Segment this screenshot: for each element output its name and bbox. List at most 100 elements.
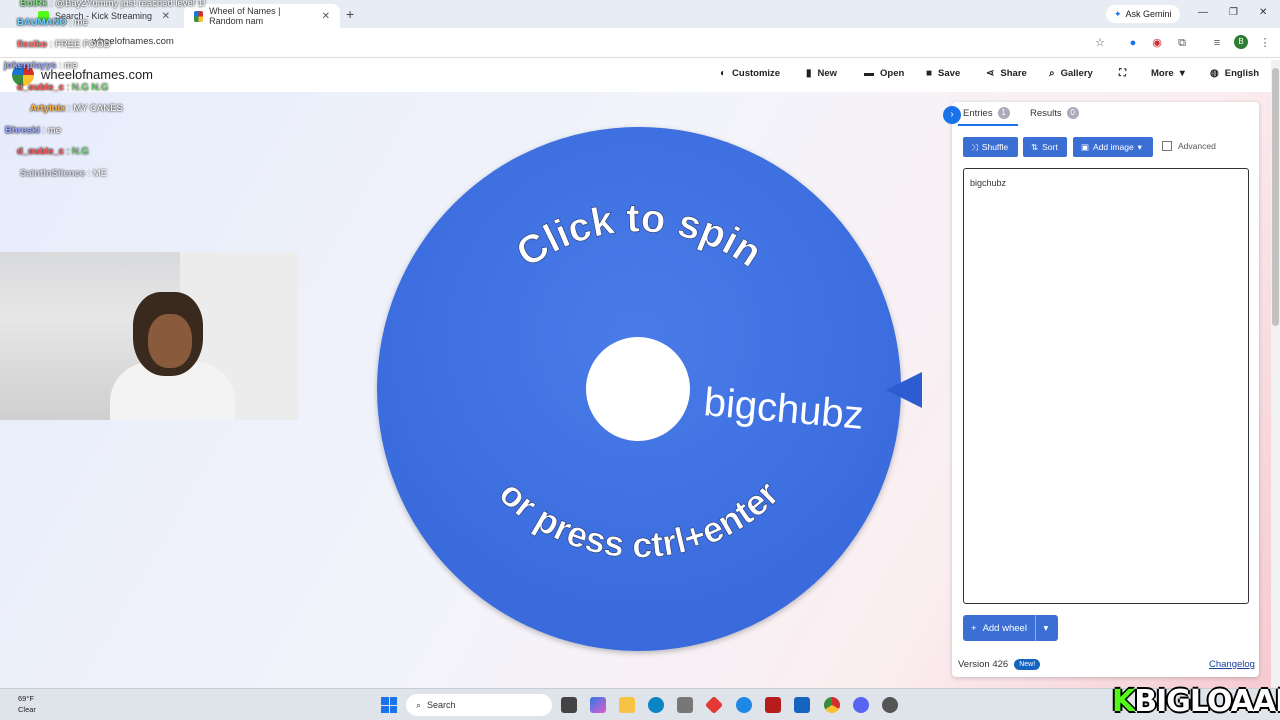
chat-text: : me	[69, 17, 88, 28]
taskbar: 69°F Clear ⌕ Search	[0, 688, 1280, 720]
chat-text: : @Bay2Yummy just reached level 1!	[50, 0, 206, 9]
wheel-top-text: Click to spin	[509, 196, 769, 276]
edge-icon[interactable]	[648, 697, 664, 713]
folder-icon: ▬	[864, 68, 874, 79]
task-view-icon[interactable]	[561, 697, 577, 713]
count-badge: 0	[1066, 107, 1079, 119]
puzzle-icon[interactable]: ⧉	[1175, 36, 1189, 50]
help-icon[interactable]	[736, 697, 752, 713]
add-image-button[interactable]: ▣ Add image ▾	[1073, 137, 1153, 157]
chat-text: : MY CANES	[68, 103, 123, 114]
nav-customize[interactable]: ◐ Customize	[720, 68, 780, 79]
mail-icon[interactable]	[794, 697, 810, 713]
taskbar-search[interactable]: ⌕ Search	[406, 694, 552, 716]
nav-more[interactable]: More ▾	[1151, 68, 1185, 79]
nav-share[interactable]: ⋖ Share	[986, 68, 1027, 79]
gemini-icon: ✦	[1114, 8, 1122, 19]
start-windows-icon[interactable]	[381, 697, 397, 713]
plus-icon: +	[971, 622, 977, 634]
chat-message: BoIRk : @Bay2Yummy just reached level 1!	[20, 0, 205, 9]
weather-widget[interactable]: 69°F Clear	[18, 693, 36, 715]
site-header: wheelofnames.com ◐ Customize ▮ New ▬ Open ■…	[0, 58, 1280, 92]
chat-message: d_ouble_c : N.G N.G	[17, 82, 108, 93]
tab-results[interactable]: Results 0	[1030, 107, 1079, 119]
new-tab-icon[interactable]: +	[346, 6, 354, 22]
entries-textarea[interactable]: bigchubz	[963, 168, 1249, 604]
copilot-icon[interactable]	[590, 697, 606, 713]
chat-text: : N.G N.G	[66, 82, 109, 93]
profile-avatar[interactable]: B	[1234, 35, 1248, 49]
advanced-checkbox[interactable]	[1162, 141, 1172, 151]
ask-gemini-button[interactable]: ✦ Ask Gemini	[1106, 5, 1180, 23]
minimize-icon[interactable]: —	[1198, 7, 1208, 18]
nav-label: Customize	[732, 68, 781, 79]
app-red-icon[interactable]	[704, 695, 724, 715]
shuffle-icon: ⤨	[971, 141, 978, 152]
ask-gemini-label: Ask Gemini	[1125, 9, 1172, 19]
page-scrollbar[interactable]	[1271, 60, 1280, 688]
file-explorer-icon[interactable]	[619, 697, 635, 713]
chat-message: flexiko : FREE FOOD	[17, 39, 110, 50]
nav-new[interactable]: ▮ New	[806, 68, 837, 79]
nav-fullscreen[interactable]: ⛶	[1119, 68, 1126, 79]
version-label: Version 426	[958, 659, 1009, 670]
nav-label: Gallery	[1060, 68, 1093, 79]
close-icon[interactable]: ✕	[322, 11, 330, 22]
chat-message: Bhreski : me	[5, 125, 61, 136]
chrome-icon[interactable]	[824, 697, 840, 713]
restore-icon[interactable]: ❐	[1229, 7, 1238, 18]
brand-text: BIGLOAAF	[1134, 684, 1280, 719]
discord-icon[interactable]	[853, 697, 869, 713]
caret-down-icon[interactable]: ▾	[1036, 623, 1056, 634]
chat-user: BoIRk	[20, 0, 48, 9]
close-window-icon[interactable]: ✕	[1259, 7, 1267, 18]
button-label: Add wheel	[982, 622, 1027, 634]
nav-label: New	[817, 68, 838, 79]
webcam-person-face	[148, 314, 192, 368]
chat-text: : me	[58, 60, 78, 71]
chat-text: : me	[42, 125, 61, 136]
store-icon[interactable]	[677, 697, 693, 713]
sort-button[interactable]: ⇅ Sort	[1023, 137, 1067, 157]
image-icon: ▣	[1081, 141, 1090, 152]
nav-label: English	[1224, 68, 1260, 79]
close-icon[interactable]: ✕	[162, 11, 170, 22]
button-label: Shuffle	[981, 142, 1009, 152]
chat-user: BAUMANO	[17, 17, 67, 28]
tab-entries[interactable]: Entries 1	[963, 107, 1010, 119]
chat-message: Artylnix : MY CANES	[30, 103, 123, 114]
tab-label: Wheel of Names | Random nam	[209, 6, 281, 26]
advanced-toggle[interactable]: Advanced	[1162, 141, 1216, 151]
add-wheel-button[interactable]: + Add wheel ▾	[963, 615, 1058, 641]
changelog-link[interactable]: Changelog	[1209, 659, 1255, 670]
share-icon: ⋖	[986, 68, 995, 79]
wheel-hub[interactable]	[586, 337, 690, 441]
nav-language[interactable]: ◍ English	[1210, 68, 1259, 79]
mcafee-icon[interactable]	[765, 697, 781, 713]
scrollbar-thumb[interactable]	[1272, 68, 1279, 326]
media-icon[interactable]: ≡	[1210, 36, 1224, 50]
add-wheel-main[interactable]: + Add wheel	[963, 615, 1036, 641]
kebab-menu-icon[interactable]: ⋮	[1258, 36, 1272, 50]
shield-icon[interactable]: ◉	[1150, 36, 1164, 50]
extension-icon[interactable]: ●	[1126, 36, 1140, 50]
wheel-favicon-icon	[194, 10, 204, 22]
tab-label: Results	[1030, 107, 1062, 119]
collapse-panel-icon[interactable]: ›	[943, 106, 961, 124]
chat-user: SaintInSilence	[20, 168, 85, 179]
obs-icon[interactable]	[882, 697, 898, 713]
nav-gallery[interactable]: ⌕ Gallery	[1049, 68, 1093, 79]
nav-label: Open	[880, 68, 905, 79]
version-info: Version 426 New!	[958, 659, 1041, 670]
count-badge: 1	[997, 107, 1010, 119]
nav-open[interactable]: ▬ Open	[864, 68, 904, 79]
bookmark-star-icon[interactable]: ☆	[1093, 36, 1107, 50]
file-icon: ▮	[806, 68, 812, 79]
shuffle-button[interactable]: ⤨ Shuffle	[963, 137, 1018, 157]
chat-user: d_ouble_c	[17, 82, 64, 93]
nav-save[interactable]: ■ Save	[926, 68, 960, 79]
active-tab-indicator	[958, 124, 1018, 126]
tab-wheel-of-names[interactable]: Wheel of Names | Random nam ✕	[184, 4, 340, 28]
chat-user: jokerplayys	[4, 60, 57, 71]
chat-message: jokerplayys : me	[4, 60, 77, 71]
